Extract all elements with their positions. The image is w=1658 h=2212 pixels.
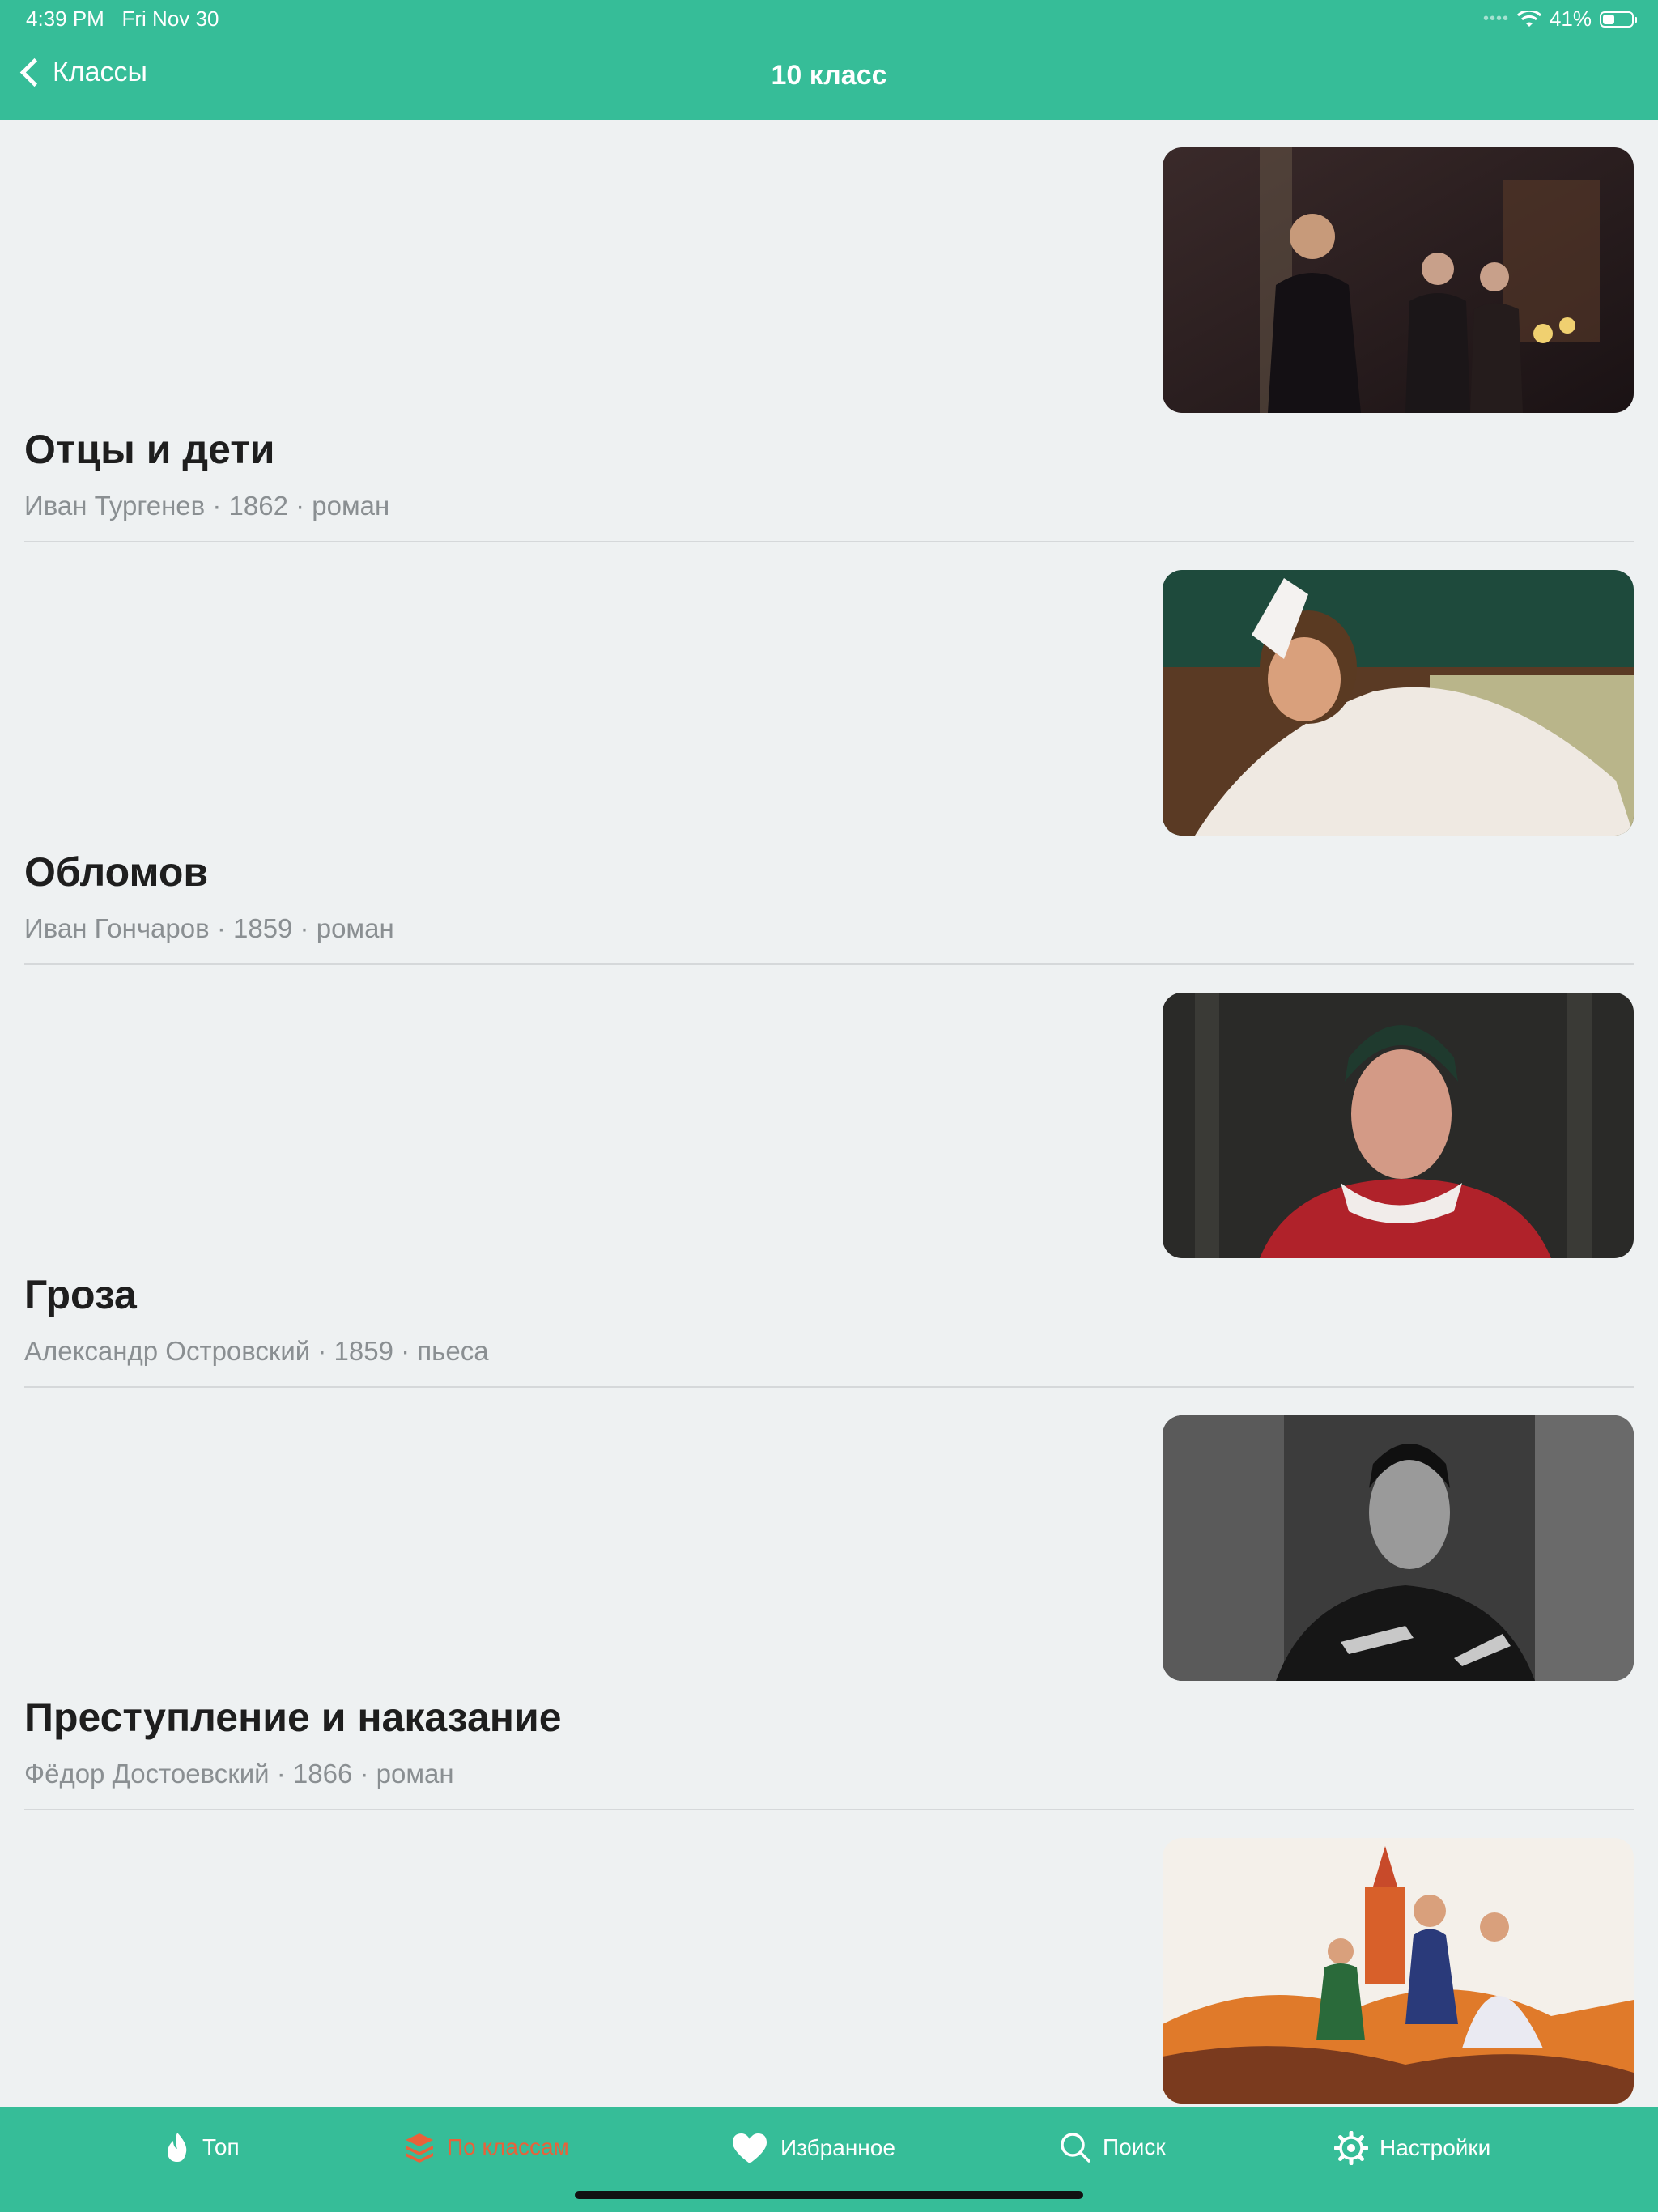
book-title: Обломов: [24, 849, 209, 895]
tab-settings[interactable]: Настройки: [1334, 2131, 1490, 2165]
battery-fill: [1603, 14, 1614, 24]
tab-label: Избранное: [780, 2135, 895, 2160]
wifi-icon: [1516, 10, 1541, 27]
list-item[interactable]: Преступление и наказание Фёдор Достоевск…: [0, 1388, 1658, 1810]
book-title: Отцы и дети: [24, 427, 275, 472]
book-meta: Александр Островский · 1859 · пьеса: [24, 1336, 489, 1366]
list-item[interactable]: Отцы и дети Иван Тургенев · 1862 · роман: [0, 120, 1658, 542]
search-icon: [1061, 2133, 1090, 2163]
flame-icon: [168, 2133, 187, 2162]
battery-percent: 41%: [1549, 6, 1592, 31]
tab-search[interactable]: Поиск: [1059, 2131, 1166, 2163]
cellular-signal-icon: ••••: [1482, 10, 1509, 28]
list-item[interactable]: [0, 1810, 1658, 2107]
book-thumbnail: [1163, 570, 1634, 836]
layers-icon: [406, 2133, 433, 2163]
header: 4:39 PM Fri Nov 30 •••• 41% Классы 10 кл…: [0, 0, 1658, 120]
book-title: Преступление и наказание: [24, 1695, 562, 1740]
tab-favorites[interactable]: Избранное: [730, 2131, 895, 2165]
book-meta: Иван Гончаров · 1859 · роман: [24, 913, 394, 943]
status-time: 4:39 PM: [26, 6, 104, 31]
list-item[interactable]: Обломов Иван Гончаров · 1859 · роман: [0, 542, 1658, 965]
book-thumbnail: [1163, 1838, 1634, 2104]
book-list: Отцы и дети Иван Тургенев · 1862 · роман…: [0, 120, 1658, 2107]
home-indicator[interactable]: [575, 2191, 1083, 2199]
tab-top[interactable]: Топ: [164, 2131, 240, 2163]
status-date: Fri Nov 30: [121, 6, 219, 31]
tab-label: Поиск: [1103, 2134, 1166, 2159]
gear-icon: [1334, 2131, 1368, 2165]
tab-label: Топ: [202, 2134, 240, 2159]
book-title: Гроза: [24, 1272, 137, 1317]
book-thumbnail: [1163, 993, 1634, 1258]
book-thumbnail: [1163, 147, 1634, 413]
tab-by-class[interactable]: По классам: [403, 2131, 569, 2163]
page-title: 10 класс: [771, 60, 887, 91]
status-bar-time: 4:39 PM Fri Nov 30: [26, 6, 219, 32]
tab-label: По классам: [447, 2134, 569, 2159]
status-bar-right: •••• 41%: [1482, 6, 1637, 32]
list-item[interactable]: Гроза Александр Островский · 1859 · пьес…: [0, 965, 1658, 1388]
book-meta: Иван Тургенев · 1862 · роман: [24, 491, 390, 521]
book-meta: Фёдор Достоевский · 1866 · роман: [24, 1759, 454, 1789]
tab-label: Настройки: [1380, 2135, 1491, 2160]
heart-icon: [732, 2133, 767, 2163]
book-thumbnail: [1163, 1415, 1634, 1681]
tab-bar: Топ По классам Избранное Поиск Настройки: [0, 2107, 1658, 2212]
battery-icon: [1600, 11, 1637, 28]
